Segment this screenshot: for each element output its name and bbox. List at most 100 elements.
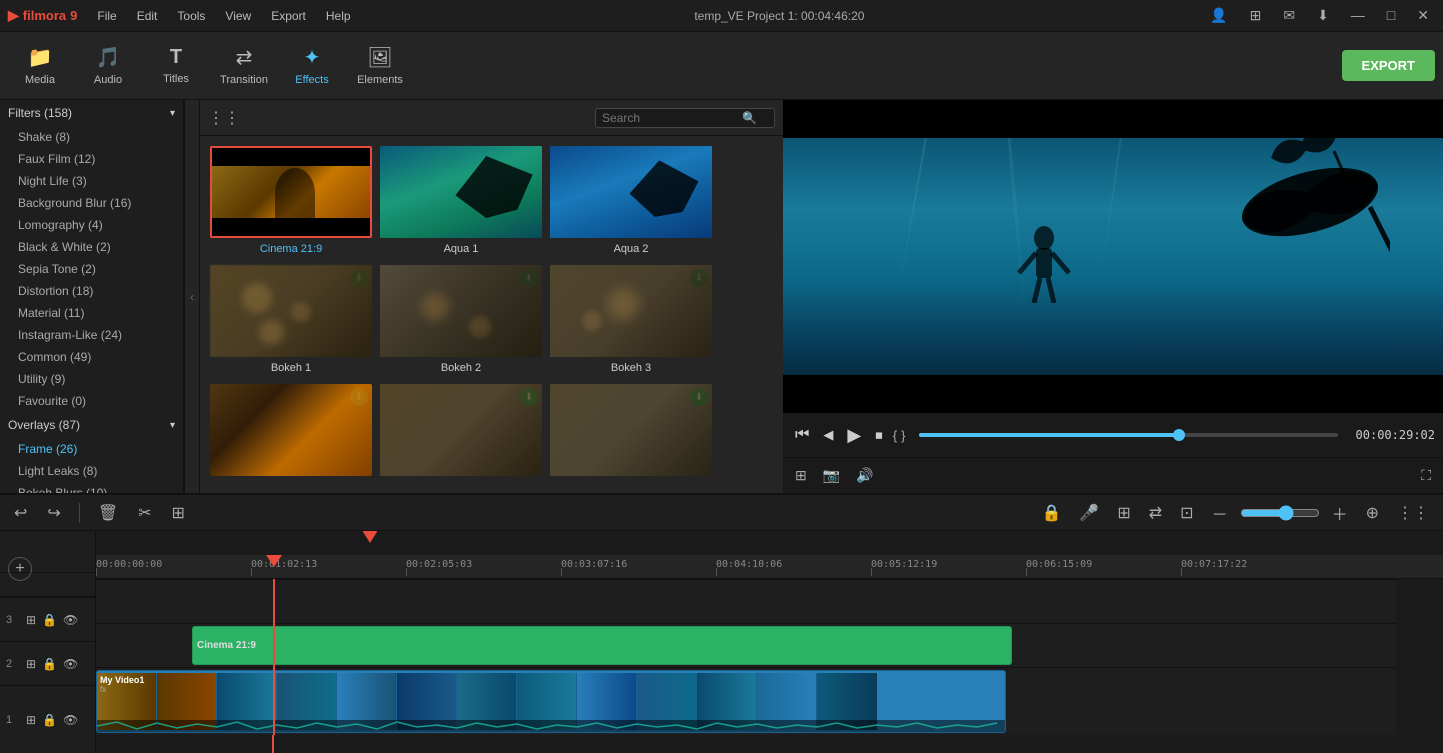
filter-favourite[interactable]: Favourite (0) [0, 390, 183, 412]
track-grid-icon-1[interactable]: ⊞ [26, 713, 36, 727]
volume-button[interactable]: 🔊 [852, 465, 877, 486]
ruler-mark-7: 00:07:17:22 [1181, 559, 1247, 570]
stop-button[interactable]: ⏹ [871, 425, 887, 446]
collapse-handle[interactable]: ‹ [184, 100, 200, 493]
filter-black-white[interactable]: Black & White (2) [0, 236, 183, 258]
effect-clip-cinema[interactable]: Cinema 21:9 [192, 626, 1012, 665]
filter-utility[interactable]: Utility (9) [0, 368, 183, 390]
ruler-mark-5: 00:05:12:19 [871, 559, 937, 570]
zoom-out-button[interactable]: － [1206, 499, 1234, 527]
effect-thumb-bokeh1: ⬇ [210, 265, 372, 357]
filter-distortion[interactable]: Distortion (18) [0, 280, 183, 302]
track-area[interactable]: 00:00:00:00 00:01:02:13 00:02:05:03 00:0… [96, 531, 1443, 753]
zoom-in-button[interactable]: ＋ [1326, 499, 1354, 527]
ruler-mark-0: 00:00:00:00 [96, 559, 162, 570]
effect-row4-3[interactable]: ⬇ [550, 384, 712, 483]
delete-button[interactable]: 🗑 [92, 501, 124, 525]
download-icon[interactable]: ⬇ [1311, 5, 1335, 26]
track-grid-icon-3[interactable]: ⊞ [26, 613, 36, 627]
effect-bokeh1[interactable]: ⬇ Bokeh 1 [210, 265, 372, 376]
undo-button[interactable]: ↩ [8, 501, 33, 525]
menu-tools[interactable]: Tools [173, 7, 209, 25]
filter-material[interactable]: Material (11) [0, 302, 183, 324]
track-grid-icon-2[interactable]: ⊞ [26, 657, 36, 671]
ruler-mark-6: 00:06:15:09 [1026, 559, 1092, 570]
grid-view-icon[interactable]: ⋮⋮ [208, 108, 240, 128]
toolbar-separator [79, 503, 80, 523]
elements-tool[interactable]: 🖼 Elements [348, 36, 412, 96]
menu-help[interactable]: Help [322, 7, 355, 25]
menu-file[interactable]: File [93, 7, 120, 25]
progress-bar[interactable] [919, 433, 1337, 437]
audio-tool[interactable]: 🎵 Audio [76, 36, 140, 96]
effect-row4-1[interactable]: ⬇ [210, 384, 372, 483]
filters-group-header[interactable]: Filters (158) ▾ [0, 100, 183, 126]
play-button[interactable]: ▶ [843, 423, 865, 448]
filter-common[interactable]: Common (49) [0, 346, 183, 368]
track-header-3: 3 ⊞ 🔒 👁 [0, 597, 95, 641]
track-lock-icon-2[interactable]: 🔒 [42, 657, 57, 671]
snapshot-button[interactable]: 📷 [819, 465, 844, 486]
transition-tl-button[interactable]: ⇄ [1143, 501, 1168, 525]
search-input[interactable] [602, 111, 742, 125]
track-visible-icon-3[interactable]: 👁 [63, 613, 78, 627]
effect-row4-2[interactable]: ⬇ [380, 384, 542, 483]
filter-sepia-tone[interactable]: Sepia Tone (2) [0, 258, 183, 280]
effect-thumb-bokeh3: ⬇ [550, 265, 712, 357]
audio-split-button[interactable]: ⊞ [1111, 501, 1136, 525]
close-button[interactable]: ✕ [1411, 5, 1435, 26]
menu-view[interactable]: View [221, 7, 255, 25]
video-clip-main[interactable]: My Video1 fx [96, 670, 1006, 733]
media-tool[interactable]: 📁 Media [8, 36, 72, 96]
filter-lomography[interactable]: Lomography (4) [0, 214, 183, 236]
titles-tool[interactable]: T Titles [144, 36, 208, 96]
track-visible-icon-1[interactable]: 👁 [63, 713, 78, 727]
settings-button[interactable]: ⋮⋮ [1391, 501, 1435, 525]
overlay-frame[interactable]: Frame (26) [0, 438, 183, 460]
maximize-button[interactable]: □ [1381, 5, 1401, 26]
transition-tool[interactable]: ⇄ Transition [212, 36, 276, 96]
overlay-bokeh-blurs[interactable]: Bokeh Blurs (10) [0, 482, 183, 493]
fullscreen-button[interactable]: ⛶ [1417, 465, 1435, 486]
redo-button[interactable]: ↪ [41, 501, 66, 525]
skip-back-button[interactable]: ⏮ [791, 424, 813, 446]
minimize-button[interactable]: — [1345, 5, 1371, 26]
menu-edit[interactable]: Edit [133, 7, 162, 25]
track-lock-icon-3[interactable]: 🔒 [42, 613, 57, 627]
add-track-button[interactable]: + [8, 557, 32, 581]
effect-cinema-219[interactable]: Cinema 21:9 [210, 146, 372, 257]
mic-button[interactable]: 🎤 [1073, 501, 1105, 525]
crop-button[interactable]: ⊡ [1174, 501, 1199, 525]
resolution-button[interactable]: ⊞ [791, 465, 811, 486]
add-media-button[interactable]: ⊕ [1360, 501, 1385, 525]
filter-instagram[interactable]: Instagram-Like (24) [0, 324, 183, 346]
filter-shake[interactable]: Shake (8) [0, 126, 183, 148]
export-button[interactable]: EXPORT [1342, 50, 1435, 81]
mail-icon[interactable]: ✉ [1277, 5, 1301, 26]
overlays-group-header[interactable]: Overlays (87) ▾ [0, 412, 183, 438]
lock-button[interactable]: 🔒 [1036, 501, 1068, 525]
titlebar-left: ▶ filmora9 File Edit Tools View Export H… [8, 7, 355, 25]
bracket-left[interactable]: { [893, 428, 897, 443]
overlay-light-leaks[interactable]: Light Leaks (8) [0, 460, 183, 482]
effect-aqua1[interactable]: ⬇ Aqua 1 [380, 146, 542, 257]
effect-bokeh3[interactable]: ⬇ Bokeh 3 [550, 265, 712, 376]
grid-icon[interactable]: ⊞ [1244, 5, 1268, 26]
effect-aqua2[interactable]: ⬇ Aqua 2 [550, 146, 712, 257]
track-lock-icon-1[interactable]: 🔒 [42, 713, 57, 727]
cut-button[interactable]: ✂ [132, 501, 157, 525]
track-lane-3 [96, 579, 1396, 623]
menu-export[interactable]: Export [267, 7, 310, 25]
effect-bokeh2[interactable]: ⬇ Bokeh 2 [380, 265, 542, 376]
filter-faux-film[interactable]: Faux Film (12) [0, 148, 183, 170]
filter-night-life[interactable]: Night Life (3) [0, 170, 183, 192]
adjust-button[interactable]: ⊞ [166, 501, 191, 525]
filter-background-blur[interactable]: Background Blur (16) [0, 192, 183, 214]
track-visible-icon-2[interactable]: 👁 [63, 657, 78, 671]
effect-thumb-aqua2: ⬇ [550, 146, 712, 238]
account-icon[interactable]: 👤 [1204, 5, 1233, 26]
play-back-button[interactable]: ◀ [819, 425, 837, 445]
zoom-slider[interactable] [1240, 505, 1320, 521]
effects-tool[interactable]: ✦ Effects [280, 36, 344, 96]
bracket-right[interactable]: } [901, 428, 905, 443]
